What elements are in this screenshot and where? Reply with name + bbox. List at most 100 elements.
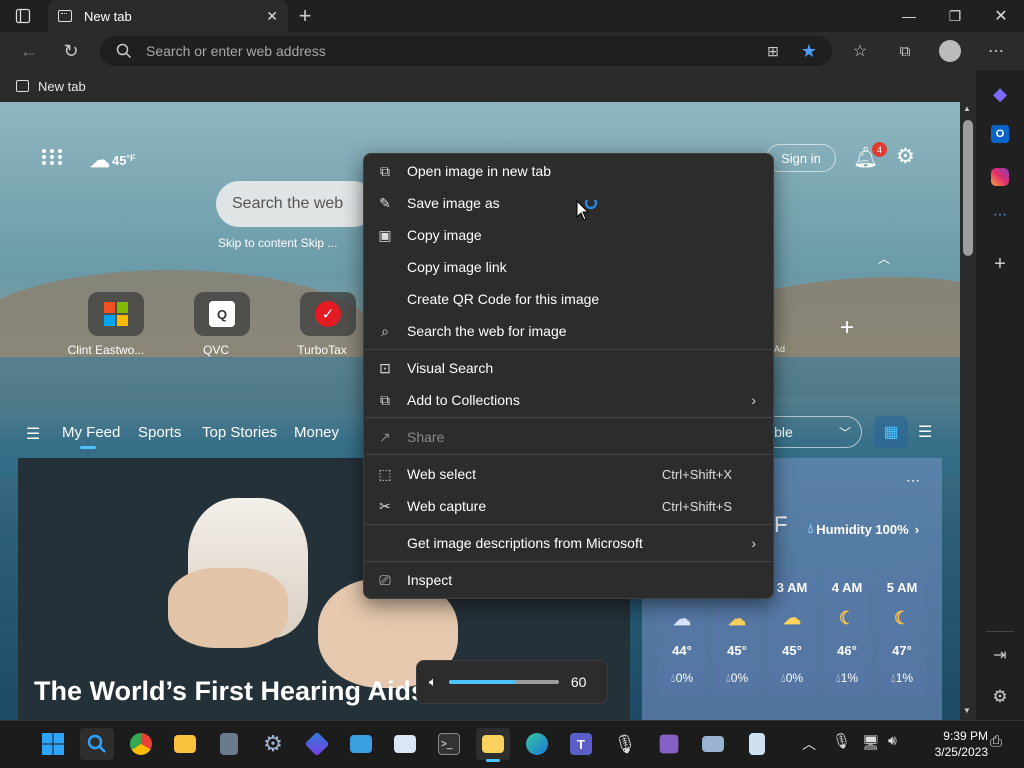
notepad-taskbar-app[interactable]	[740, 728, 774, 760]
start-button[interactable]	[36, 728, 70, 760]
chevron-up-icon[interactable]: ︿	[802, 734, 816, 754]
address-bar[interactable]: Search or enter web address	[100, 36, 832, 66]
file-explorer-active-taskbar-app[interactable]	[476, 728, 510, 760]
scroll-down-icon[interactable]: ▼	[963, 706, 971, 715]
menu-item-web-select[interactable]: ⬚ Web select Ctrl+Shift+X	[365, 459, 772, 489]
add-quick-link-icon[interactable]: +	[840, 314, 854, 342]
apps-launcher-icon[interactable]	[41, 148, 63, 166]
hour-precip: 💧︎1%	[835, 670, 859, 685]
menu-item-save-image-as[interactable]: ✎ Save image as	[365, 188, 772, 218]
new-tab-button[interactable]: +	[290, 1, 320, 31]
menu-item-create-qr-code[interactable]: Create QR Code for this image	[365, 284, 772, 314]
remote-desktop-taskbar-app[interactable]	[344, 728, 378, 760]
add-sidebar-app-icon[interactable]: +	[988, 252, 1012, 276]
bookmark-new-tab[interactable]: New tab	[38, 79, 86, 94]
sidebar-settings-icon[interactable]: ⚙	[988, 685, 1012, 709]
chevron-up-icon[interactable]: ︿	[878, 250, 890, 267]
quick-link-tile[interactable]	[88, 292, 144, 336]
feed-tab[interactable]: Top Stories	[202, 424, 277, 441]
menu-item-copy-image-link[interactable]: Copy image link	[365, 252, 772, 282]
menu-item-open-image-new-tab[interactable]: ⧉ Open image in new tab	[365, 156, 772, 186]
feed-tab[interactable]: My Feed	[62, 424, 120, 441]
terminal-taskbar-app[interactable]: >_	[432, 728, 466, 760]
settings-taskbar-app[interactable]: ⚙	[256, 728, 290, 760]
active-app-indicator	[486, 759, 500, 762]
voice-recorder-taskbar-app[interactable]: 🎙︎	[608, 728, 642, 760]
photos-taskbar-app[interactable]	[388, 728, 422, 760]
restore-button[interactable]: ❐	[932, 0, 978, 32]
favorite-star-icon[interactable]: ★	[794, 36, 824, 66]
chrome-taskbar-app[interactable]	[124, 728, 158, 760]
notification-center-icon[interactable]: ⎙	[990, 733, 1002, 750]
refresh-icon[interactable]: ↻	[56, 36, 86, 66]
hourly-forecast[interactable]: 3 AM ☁ 45° 💧︎0%	[768, 570, 816, 696]
menu-item-search-web-for-image[interactable]: ⌕ Search the web for image	[365, 316, 772, 346]
sign-in-button[interactable]: Sign in	[766, 144, 836, 172]
feed-menu-icon[interactable]: ☰	[26, 424, 40, 444]
close-window-button[interactable]: ✕	[978, 0, 1024, 32]
list-view-icon[interactable]: ☰	[918, 422, 932, 442]
more-options-icon[interactable]: ⋯	[906, 472, 920, 489]
skip-links[interactable]: Skip to content Skip ...	[218, 236, 337, 250]
hide-sidebar-icon[interactable]: ⇥	[988, 643, 1012, 667]
feed-layout-label: ible	[771, 424, 793, 440]
feed-tab[interactable]: Money	[294, 424, 339, 441]
instagram-icon[interactable]	[988, 165, 1012, 189]
precip-value: 0%	[675, 671, 694, 685]
qvc-logo-icon: Q	[209, 301, 235, 327]
tab-new-tab[interactable]: New tab ✕	[48, 0, 288, 32]
calculator-taskbar-app[interactable]	[212, 728, 246, 760]
hourly-forecast[interactable]: 5 AM ☾ 47° 💧︎1%	[878, 570, 926, 696]
close-tab-icon[interactable]: ✕	[266, 8, 278, 25]
settings-more-icon[interactable]: ⋯	[981, 36, 1011, 66]
speaker-icon[interactable]: 🔈︎	[429, 674, 437, 690]
file-explorer-taskbar-app[interactable]	[168, 728, 202, 760]
back-icon[interactable]: ←	[14, 36, 44, 66]
minimize-button[interactable]: —	[886, 0, 932, 32]
app-available-icon[interactable]: ⊞	[758, 36, 788, 66]
gear-icon: ⚙	[263, 731, 283, 756]
headline[interactable]: The World’s First Hearing Aids	[34, 676, 426, 707]
collections-icon[interactable]: ⧉	[890, 36, 920, 66]
outlook-icon[interactable]: O	[988, 122, 1012, 146]
visual-studio-taskbar-app[interactable]	[652, 728, 686, 760]
quick-link-tile[interactable]: ✓	[300, 292, 356, 336]
snipping-tool-taskbar-app[interactable]	[696, 728, 730, 760]
bing-chat-icon[interactable]: ◆	[988, 82, 1012, 106]
loading-app-icon[interactable]: ⋯	[988, 202, 1012, 226]
menu-item-inspect[interactable]: ⎚ Inspect	[365, 565, 772, 595]
menu-item-add-to-collections[interactable]: ⧉ Add to Collections ›	[365, 385, 772, 415]
power-automate-taskbar-app[interactable]	[300, 728, 334, 760]
weather-widget[interactable]: ☁ 45 °F	[90, 148, 136, 173]
network-icon[interactable]: 🖥︎	[862, 734, 880, 751]
clock[interactable]: 9:39 PM 3/25/2023	[918, 728, 988, 760]
menu-item-copy-image[interactable]: ▣ Copy image	[365, 220, 772, 250]
hourly-forecast[interactable]: 4 AM ☾ 46° 💧︎1%	[823, 570, 871, 696]
microphone-icon[interactable]: 🎙︎	[832, 732, 851, 750]
feed-tab[interactable]: Sports	[138, 424, 181, 441]
favorites-icon[interactable]: ☆	[845, 36, 875, 66]
search-taskbar-button[interactable]	[80, 728, 114, 760]
menu-item-web-capture[interactable]: ✂ Web capture Ctrl+Shift+S	[365, 491, 772, 521]
teams-taskbar-app[interactable]: T	[564, 728, 598, 760]
menu-item-visual-search[interactable]: ⊡ Visual Search	[365, 353, 772, 383]
hour-precip: 💧︎1%	[890, 670, 914, 685]
scrollbar-thumb[interactable]	[963, 120, 973, 256]
hour-precip: 💧︎0%	[670, 671, 694, 685]
menu-shortcut: Ctrl+Shift+S	[661, 498, 732, 514]
edge-taskbar-app[interactable]	[520, 728, 554, 760]
menu-item-label: Create QR Code for this image	[407, 291, 600, 307]
web-search-input[interactable]: Search the web	[216, 181, 376, 227]
humidity-link[interactable]: 💧︎ Humidity 100% ›	[808, 521, 919, 537]
quick-link-tile[interactable]: Q	[194, 292, 250, 336]
menu-item-image-descriptions[interactable]: Get image descriptions from Microsoft ›	[365, 528, 772, 558]
profile-avatar[interactable]	[939, 40, 961, 62]
scroll-up-icon[interactable]: ▲	[963, 104, 971, 113]
volume-slider[interactable]	[448, 680, 559, 684]
droplet-icon: 💧︎	[808, 521, 814, 536]
volume-icon[interactable]: 🔊︎	[888, 732, 897, 749]
page-settings-icon[interactable]: ⚙	[896, 144, 915, 169]
grid-view-icon[interactable]: ▦	[874, 416, 908, 448]
tab-actions-icon[interactable]	[8, 1, 38, 31]
menu-item-label: Share	[407, 429, 445, 445]
